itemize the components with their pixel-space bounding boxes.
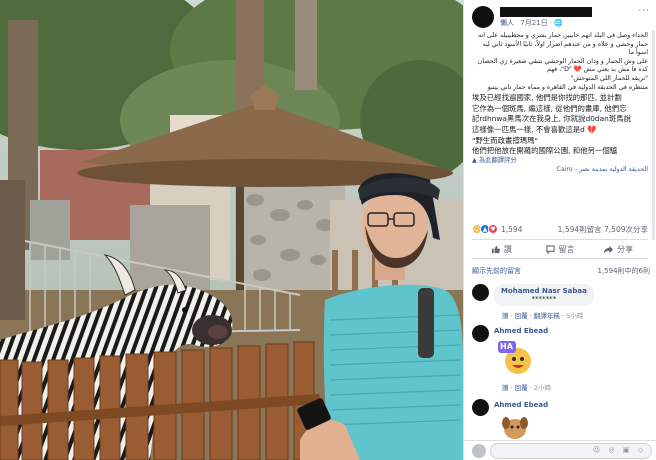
composer-icons[interactable]: ☺ ◎ ▣ ◇ <box>593 446 646 454</box>
translated-line: "野生而政畫撐瑪瑪" <box>472 135 538 145</box>
rate-translation-label: 為此翻譯評分 <box>478 156 517 164</box>
current-user-avatar <box>472 444 486 458</box>
post-timestamp[interactable]: 7月21日 · 🌐 <box>520 19 563 27</box>
sticker[interactable] <box>502 415 528 439</box>
comment-icon <box>545 244 555 254</box>
love-reaction-icon: ♥ <box>488 224 498 234</box>
reaction-icons[interactable]: ☺ ▲ ♥ 1,594 <box>472 224 522 234</box>
poster-name-redacted[interactable] <box>500 7 592 17</box>
comments-count: 1,594則中的6則 <box>597 267 651 275</box>
commenter-avatar[interactable] <box>472 325 489 342</box>
arabic-line: الحداء وصل في البلد انهم حابيين حمار بشر… <box>478 32 648 39</box>
comment-time[interactable]: 2小時 <box>534 384 551 392</box>
post-header: 懶人 7月21日 · 🌐 ··· <box>464 0 656 30</box>
arabic-line: كده فا مش بد يعني مش 💔 "D"، فهم <box>547 66 648 74</box>
translated-line: 它作為一個斑馬, 繼這樣, 從他們的畫庫, 他們忘 <box>472 103 627 113</box>
comment-time[interactable]: 5小時 <box>566 312 583 320</box>
commenter-avatar[interactable] <box>472 284 489 301</box>
comment-actions: 讚 · 回覆 · 翻譯年糕 · 5小時 <box>502 310 583 320</box>
comment-share-count[interactable]: 1,594則留言 7,509次分享 <box>558 224 648 235</box>
comment-action-links[interactable]: 讚 · 回覆 · <box>502 384 532 392</box>
arabic-location: متنظره في الحديقة الدولية في القاهره و م… <box>487 83 648 91</box>
post-photo[interactable] <box>0 0 463 460</box>
translated-line: 記rdhnwa黑馬次在我身上, 你就說d0dan斑馬說 <box>472 114 632 124</box>
photo-scene <box>0 0 463 460</box>
sticker-text: HA <box>500 342 513 351</box>
rate-translation-link[interactable]: ▲ 為此翻譯評分 <box>472 157 648 166</box>
arabic-line: حمار وحشي و علاه و من عندهم اصرار اولاً،… <box>482 40 648 57</box>
panel-scrollbar[interactable] <box>652 30 655 240</box>
translate-icon: ▲ <box>472 156 479 164</box>
translated-line: 這樣像一匹馬一樣, 不會喜歡這是d 💔 <box>472 124 597 134</box>
post-actions: 讚 留言 分享 <box>472 239 648 259</box>
dog-sticker-image <box>502 417 528 439</box>
comment-item: Mohamed Nasr Sabaa ******* 讚 · 回覆 · 翻譯年糕… <box>472 284 650 324</box>
share-label: 分享 <box>617 244 634 254</box>
comment-composer: ☺ ◎ ▣ ◇ <box>464 440 656 460</box>
translated-line: 他們把他放在開羅的國際公園, 和他另一個驢 <box>472 146 618 156</box>
app-root: 懶人 7月21日 · 🌐 ··· الحداء وصل في البلد انه… <box>0 0 656 460</box>
like-button[interactable]: 讚 <box>472 240 531 258</box>
reaction-stats: ☺ ▲ ♥ 1,594 1,594則留言 7,509次分享 <box>472 222 648 236</box>
commenter-avatar[interactable] <box>472 399 489 416</box>
post-meta: 懶人 7月21日 · 🌐 <box>500 18 563 28</box>
comment-label: 留言 <box>558 244 575 254</box>
poster-avatar[interactable] <box>472 6 494 28</box>
comment-action-links[interactable]: 讚 · 回覆 · 翻譯年糕 · <box>502 312 564 320</box>
comment-button[interactable]: 留言 <box>531 240 590 258</box>
view-previous-comments-link[interactable]: 顯示先前的留言 <box>472 266 521 278</box>
like-label: 讚 <box>503 244 512 254</box>
comment-text: ******* <box>531 295 557 303</box>
more-options-icon[interactable]: ··· <box>638 6 650 16</box>
share-button[interactable]: 分享 <box>589 240 648 258</box>
post-body: الحداء وصل في البلد انهم حابيين حمار بشر… <box>464 30 656 165</box>
reaction-count[interactable]: 1,594 <box>501 225 522 234</box>
comment-item: Ahmed Ebead <box>472 399 650 439</box>
arabic-tag: "تريقه للحمار اللي المتوحش" <box>570 74 648 82</box>
commenter-name[interactable]: Ahmed Ebead <box>494 401 548 409</box>
sticker[interactable]: HA <box>496 339 536 379</box>
post-side-panel: 懶人 7月21日 · 🌐 ··· الحداء وصل في البلد انه… <box>463 0 656 460</box>
share-icon <box>604 245 614 254</box>
translated-line: 埃及已經找遍國家, 他們是你找的那匹, 並計劃 <box>472 93 622 103</box>
comment-actions: 讚 · 回覆 · 2小時 <box>502 382 551 392</box>
commenter-name[interactable]: Mohamed Nasr Sabaa <box>501 287 587 295</box>
thumbs-up-icon <box>491 245 500 253</box>
location-link[interactable]: الحديقة الدولية بمدينة نصر - Cairo <box>464 165 656 173</box>
commenter-name[interactable]: Ahmed Ebead <box>494 327 548 335</box>
post-page-link[interactable]: 懶人 <box>500 19 514 27</box>
comment-bubble: Mohamed Nasr Sabaa ******* <box>494 284 594 306</box>
comments-header: 顯示先前的留言 1,594則中的6則 <box>472 266 650 278</box>
comment-item: Ahmed Ebead HA 讚 · 回覆 · 2小時 <box>472 325 650 395</box>
